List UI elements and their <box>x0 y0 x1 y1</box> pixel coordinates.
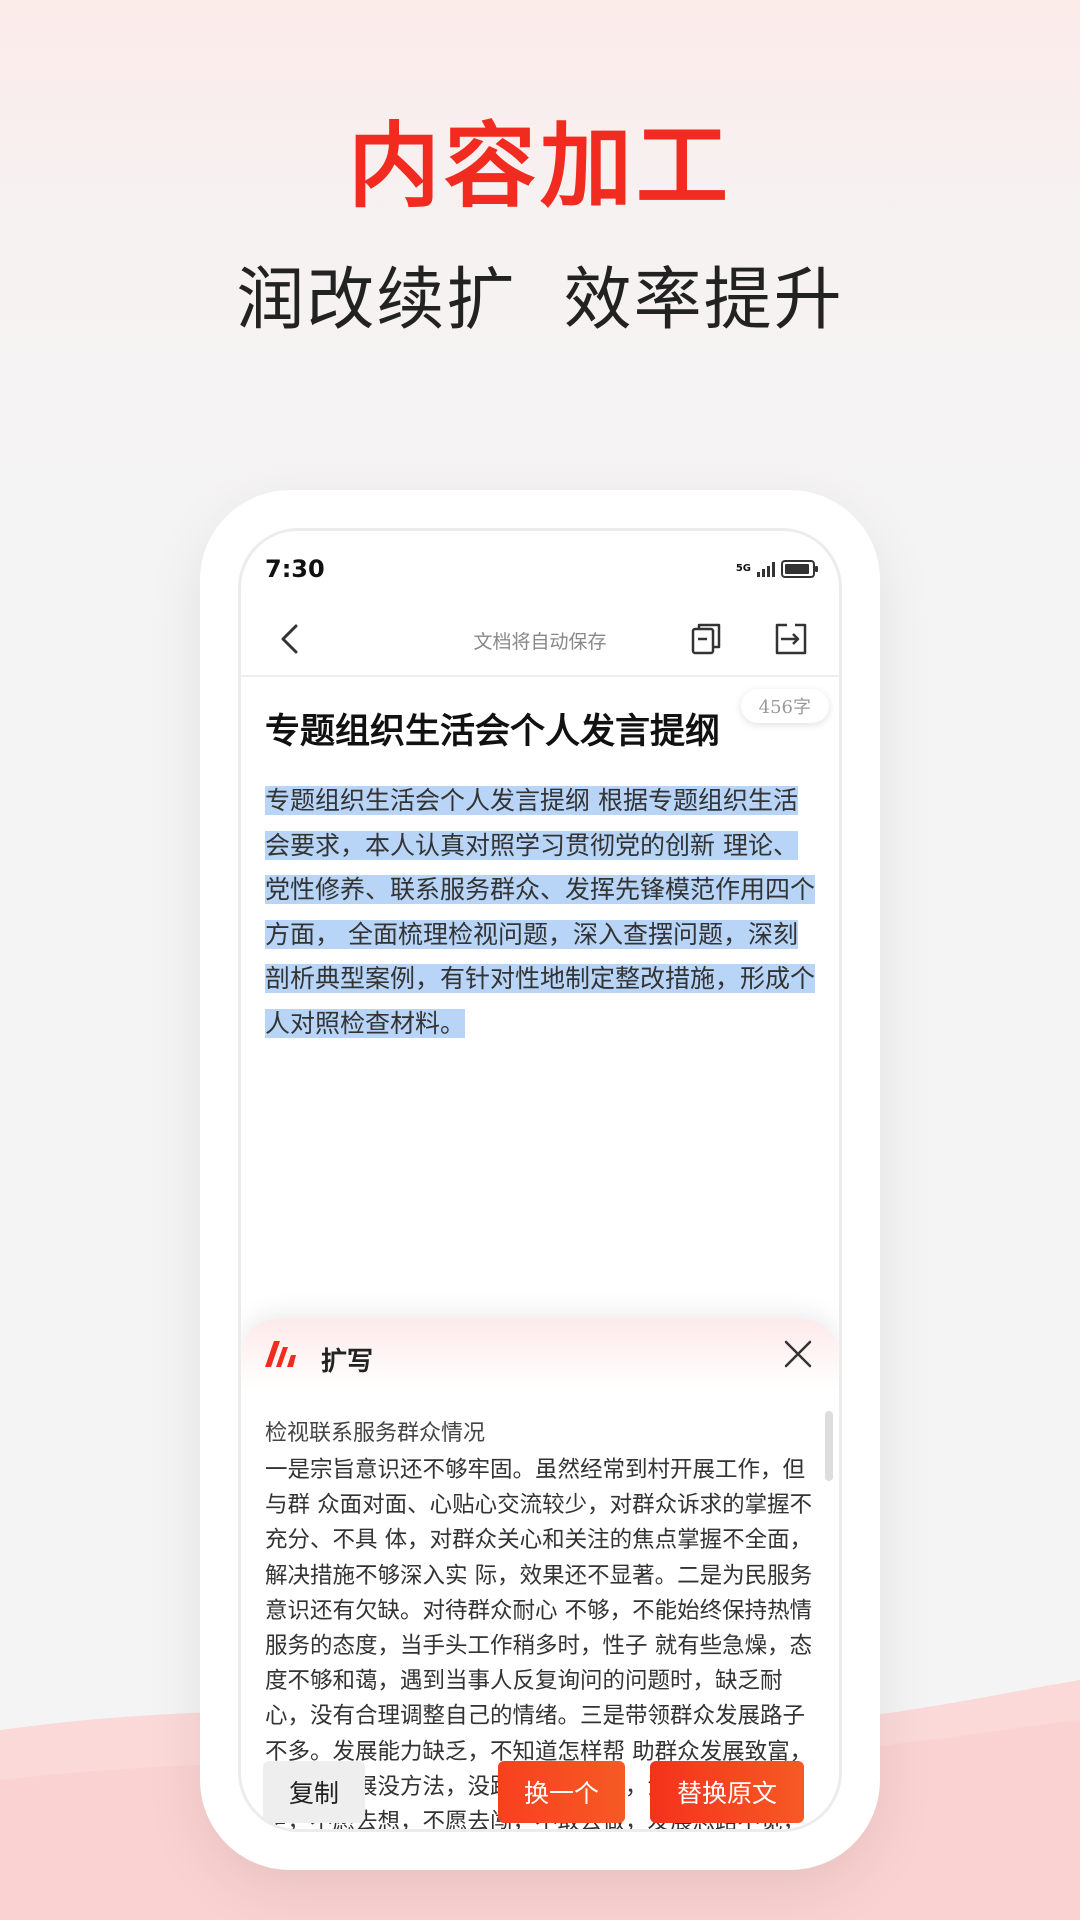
panel-title: 扩写 <box>321 1347 374 1377</box>
close-icon[interactable] <box>781 1337 815 1371</box>
network-label: 5G <box>735 563 751 574</box>
document-body[interactable]: 专题组织生活会个人发言提纲 根据专题组织生活会要求，本人认真对照学习贯彻党的创新… <box>265 779 821 1046</box>
selected-text[interactable]: 专题组织生活会个人发言提纲 根据专题组织生活会要求，本人认真对照学习贯彻党的创新… <box>265 786 816 1038</box>
panel-scrollbar[interactable] <box>825 1411 833 1481</box>
document-title[interactable]: 专题组织生活会个人发言提纲 <box>265 703 825 754</box>
phone-frame: 7:30 5G 文档将自动保存 456字 专题组织生活会个人发言提纲 专题组织生… <box>200 490 880 1870</box>
copy-document-icon[interactable] <box>685 617 729 661</box>
hero-subtitle: 润改续扩 效率提升 <box>236 261 844 340</box>
app-logo-icon <box>265 1341 296 1367</box>
autosave-text: 文档将自动保存 <box>473 631 607 653</box>
hero-title: 内容加工 <box>347 112 732 220</box>
copy-button[interactable]: 复制 <box>263 1761 365 1823</box>
panel-header: 扩写 <box>241 1319 839 1389</box>
result-subtitle: 检视联系服务群众情况 <box>265 1421 486 1446</box>
expand-panel: 扩写 检视联系服务群众情况 一是宗旨意识还不够牢固。虽然经常到村开展工作，但与群… <box>241 1319 839 1829</box>
signal-icon <box>757 561 775 577</box>
replace-original-button[interactable]: 替换原文 <box>650 1761 804 1823</box>
status-time: 7:30 <box>265 555 325 583</box>
phone-screen: 7:30 5G 文档将自动保存 456字 专题组织生活会个人发言提纲 专题组织生… <box>238 528 842 1832</box>
panel-button-bar: 复制 换一个 替换原文 <box>241 1757 839 1829</box>
status-bar: 7:30 5G <box>265 549 818 589</box>
battery-icon <box>781 560 818 578</box>
regenerate-button[interactable]: 换一个 <box>498 1761 625 1823</box>
status-icons: 5G <box>735 560 818 578</box>
export-icon[interactable] <box>769 617 813 661</box>
top-bar: 文档将自动保存 <box>241 601 839 677</box>
